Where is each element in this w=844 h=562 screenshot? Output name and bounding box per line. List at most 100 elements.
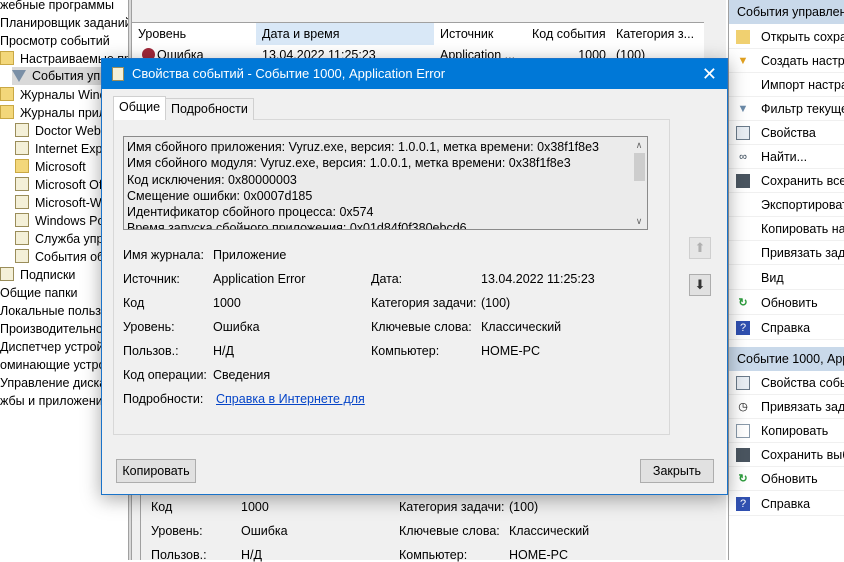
tree-item-label: Microsoft Of [35, 178, 103, 192]
tree-item[interactable]: Общие папки [0, 284, 78, 302]
opcode-value: Сведения [213, 368, 271, 382]
details-label: Подробности: [123, 392, 204, 406]
action-save-all[interactable]: Сохранить все [729, 169, 844, 193]
preview-value: Ошибка [241, 524, 288, 538]
log-icon [15, 177, 29, 191]
online-help-link[interactable]: Справка в Интернете для [216, 392, 365, 406]
action-filter[interactable]: ▼ Фильтр текуще [729, 97, 844, 121]
column-header-source[interactable]: Источник [434, 23, 526, 45]
event-log-icon [112, 67, 124, 81]
preview-value: 1000 [241, 500, 269, 514]
close-button[interactable]: Закрыть [640, 459, 714, 483]
description-line: Код исключения: 0x80000003 [127, 172, 297, 187]
tree-item-label: Подписки [20, 268, 76, 282]
log-icon [15, 123, 29, 137]
tree-item[interactable]: Подписки [0, 266, 75, 284]
tree-item[interactable]: Журналы Wind [0, 86, 107, 104]
action-label: Свойства событ [761, 376, 844, 390]
column-header-event-id[interactable]: Код события [526, 23, 610, 45]
tree-item[interactable]: Управление дискам [0, 374, 115, 392]
scroll-down-icon[interactable]: ∨ [631, 213, 647, 229]
column-header-date[interactable]: Дата и время [256, 23, 434, 45]
tree-item[interactable]: Планировщик заданий [0, 14, 128, 32]
tab-details[interactable]: Подробности [165, 98, 254, 120]
action-find[interactable]: ∞ Найти... [729, 145, 844, 169]
scroll-up-icon[interactable]: ∧ [631, 137, 647, 153]
copy-button[interactable]: Копировать [116, 459, 196, 483]
tree-item[interactable]: События об [15, 248, 104, 266]
column-header-level[interactable]: Уровень [132, 23, 256, 45]
dialog-title-bar[interactable]: Свойства событий - Событие 1000, Applica… [102, 59, 727, 89]
action-properties[interactable]: Свойства [729, 121, 844, 145]
actions-header-event[interactable]: Событие 1000, Appl [729, 347, 844, 371]
description-line: Идентификатор сбойного процесса: 0x574 [127, 205, 374, 220]
tree-item[interactable]: Журналы прил [0, 104, 106, 122]
event-description[interactable]: Имя сбойного приложения: Vyruz.exe, верс… [123, 136, 648, 230]
tree-item[interactable]: Локальные пользо [0, 302, 108, 320]
log-icon [15, 231, 29, 245]
subscription-icon [0, 267, 14, 281]
action-export[interactable]: Экспортироват [729, 193, 844, 217]
action-attach-task-event[interactable]: ◷ Привязать зада [729, 395, 844, 419]
grid-scrollbar[interactable] [704, 22, 721, 62]
tree-item-label: Производительнос [0, 322, 110, 336]
tree-item[interactable]: Microsoft Of [15, 176, 102, 194]
tree-item[interactable]: Служба упр [15, 230, 103, 248]
filter-icon: ▼ [737, 103, 749, 115]
action-import-view[interactable]: Импорт настра [729, 73, 844, 97]
previous-event-arrow-icon[interactable]: ⬆ [689, 237, 711, 259]
action-label: Создать настра [761, 54, 844, 68]
tree-item[interactable]: Диспетчер устройс [0, 338, 110, 356]
action-help-event[interactable]: ? Справка [729, 492, 844, 516]
folder-open-icon [736, 30, 750, 44]
keywords-label: Ключевые слова: [371, 320, 472, 334]
actions-header[interactable]: События управлени [729, 0, 844, 24]
preview-value: (100) [509, 500, 539, 514]
action-save-selected[interactable]: Сохранить выб [729, 443, 844, 467]
properties-icon [736, 376, 750, 390]
action-open-saved[interactable]: Открыть сохран [729, 25, 844, 49]
preview-label: Код [151, 500, 173, 514]
action-label: Фильтр текуще [761, 102, 844, 116]
folder-icon [0, 105, 14, 119]
action-attach-task[interactable]: Привязать зада [729, 241, 844, 265]
tree-item[interactable]: Просмотр событий [0, 32, 110, 50]
computer-value: HOME-PC [481, 344, 541, 358]
tree-item[interactable]: Internet Expl [15, 140, 105, 158]
tab-general[interactable]: Общие [113, 96, 167, 120]
clock-icon: ◷ [738, 401, 748, 413]
tree-item[interactable]: Microsoft-W [15, 194, 102, 212]
action-refresh-event[interactable]: ↻ Обновить [729, 467, 844, 491]
folder-icon [0, 51, 14, 65]
scrollbar-thumb[interactable] [634, 153, 645, 181]
tree-item-label: События упр [32, 69, 108, 83]
action-label: Сохранить выб [761, 448, 844, 462]
action-label: Справка [761, 497, 811, 511]
next-event-arrow-icon[interactable]: ⬇ [689, 274, 711, 296]
tree-item[interactable]: Doctor Web [15, 122, 101, 140]
action-event-properties[interactable]: Свойства событ [729, 371, 844, 395]
action-create-view[interactable]: ▼ Создать настра [729, 49, 844, 73]
tree-item[interactable]: Microsoft [15, 158, 86, 176]
description-scrollbar[interactable]: ∧ ∨ [631, 137, 647, 229]
tree-item[interactable]: Производительнос [0, 320, 109, 338]
action-copy-view[interactable]: Копировать нас [729, 217, 844, 241]
tree-item-label: Локальные пользо [0, 304, 108, 318]
source-label: Источник: [123, 272, 180, 286]
tree-item[interactable]: жбы и приложени [0, 392, 103, 410]
action-copy[interactable]: Копировать [729, 419, 844, 443]
column-header-category[interactable]: Категория з... [610, 23, 702, 45]
action-help[interactable]: ? Справка [729, 316, 844, 340]
log-icon [15, 141, 29, 155]
filter-icon [12, 70, 26, 82]
user-label: Пользов.: [123, 344, 179, 358]
close-icon[interactable]: ✕ [702, 59, 717, 89]
refresh-icon: ↻ [738, 297, 748, 309]
tree-item[interactable]: жебные программы [0, 0, 114, 14]
action-refresh[interactable]: ↻ Обновить [729, 291, 844, 315]
tree-item[interactable]: Windows Po [15, 212, 104, 230]
log-value: Приложение [213, 248, 287, 262]
action-view[interactable]: Вид [729, 266, 844, 290]
tree-item-label: Управление дискам [0, 376, 115, 390]
tree-item[interactable]: оминающие устро [0, 356, 105, 374]
